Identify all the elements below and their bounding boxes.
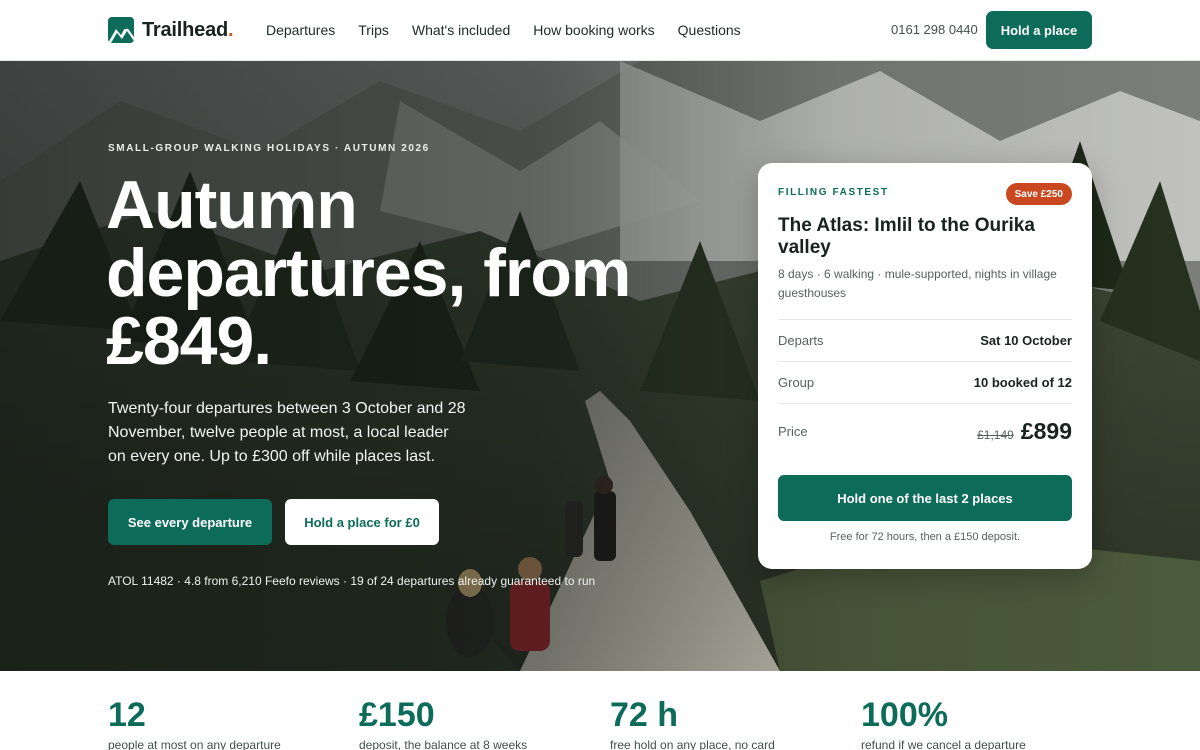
brand-name: Trailhead [142, 18, 229, 41]
see-every-departure-button[interactable]: See every departure [108, 499, 272, 545]
phone-number[interactable]: 0161 298 0440 [891, 22, 978, 38]
price-original: £1,149 [977, 428, 1014, 442]
hero-eyebrow: SMALL-GROUP WALKING HOLIDAYS · AUTUMN 20… [108, 143, 430, 154]
hero: SMALL-GROUP WALKING HOLIDAYS · AUTUMN 20… [0, 61, 1200, 671]
hold-place-free-button[interactable]: Hold a place for £0 [285, 499, 439, 545]
stat-label: free hold on any place, no card [610, 738, 775, 750]
departs-row: Departs Sat 10 October [778, 319, 1072, 361]
nav-departures[interactable]: Departures [266, 21, 335, 39]
trailhead-logo-icon [108, 17, 134, 43]
stat-label: people at most on any departure [108, 738, 281, 750]
brand-logo[interactable]: Trailhead. [108, 17, 234, 43]
trip-summary: 8 days · 6 walking · mule-supported, nig… [778, 267, 1057, 300]
hold-note: Free for 72 hours, then a £150 deposit. [829, 531, 1021, 543]
price-current: £899 [1020, 418, 1072, 444]
nav-whats-included[interactable]: What's included [412, 21, 510, 39]
featured-trip-card: FILLING FASTEST Save £250 The Atlas: Iml… [758, 163, 1092, 569]
nav-questions[interactable]: Questions [678, 21, 741, 39]
stat-value: 12 [108, 696, 146, 734]
price-label: Price [778, 424, 808, 439]
site-header: Trailhead. Departures Trips What's inclu… [0, 0, 1200, 61]
stat-value: £150 [359, 696, 435, 734]
stat-label: deposit, the balance at 8 weeks [359, 738, 528, 750]
departs-label: Departs [778, 333, 824, 348]
trip-title[interactable]: The Atlas: Imlil to the Ourika valley [778, 215, 1072, 259]
hero-lede: Twenty-four departures between 3 October… [108, 400, 466, 465]
save-badge: Save £250 [1005, 183, 1072, 205]
group-label: Group [778, 375, 815, 390]
stat-value: 100% [861, 696, 948, 734]
group-value: 10 booked of 12 [973, 375, 1072, 390]
nav-how-booking-works[interactable]: How booking works [533, 21, 654, 39]
brand-dot: . [228, 18, 234, 41]
departs-value: Sat 10 October [980, 333, 1072, 348]
nav-trips[interactable]: Trips [358, 21, 389, 39]
trust-line: ATOL 11482 · 4.8 from 6,210 Feefo review… [108, 574, 596, 588]
price-row: Price £1,149 £899 [778, 403, 1072, 459]
hold-a-place-button[interactable]: Hold a place [986, 11, 1092, 49]
hero-headline: Autumn departures, from £849. [106, 167, 631, 379]
stat-label: refund if we cancel a departure [861, 738, 1026, 750]
stat-value: 72 h [610, 696, 679, 734]
main-nav: Departures Trips What's included How boo… [266, 21, 764, 39]
hold-last-places-button[interactable]: Hold one of the last 2 places [778, 475, 1072, 521]
price: £1,149 £899 [977, 418, 1072, 445]
card-eyebrow: FILLING FASTEST [778, 187, 889, 198]
stats-strip: 12 people at most on any departure £150 … [0, 671, 1200, 750]
group-row: Group 10 booked of 12 [778, 361, 1072, 403]
